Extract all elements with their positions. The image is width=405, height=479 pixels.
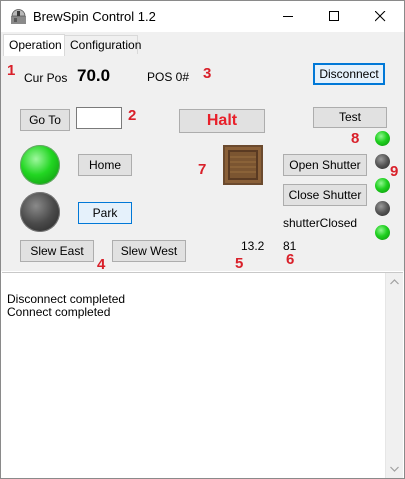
marker-8: 8 [351, 130, 360, 147]
marker-9: 9 [390, 163, 399, 180]
title-bar: BrewSpin Control 1.2 [1, 1, 404, 32]
disconnect-button[interactable]: Disconnect [313, 63, 385, 85]
halt-button[interactable]: Halt [179, 109, 265, 133]
marker-6: 6 [286, 251, 295, 268]
status-led-5 [375, 225, 390, 240]
log-textbox[interactable]: Disconnect completed Connect completed [2, 272, 403, 478]
log-line: Disconnect completed [7, 292, 126, 306]
minimize-button[interactable] [266, 1, 312, 32]
test-button[interactable]: Test [313, 107, 387, 128]
close-button[interactable] [358, 1, 404, 32]
marker-1: 1 [7, 62, 16, 79]
status-led-2 [375, 154, 390, 169]
value-a: 13.2 [241, 239, 265, 253]
marker-4: 4 [97, 256, 106, 273]
slew-east-button[interactable]: Slew East [20, 240, 94, 262]
home-indicator [20, 145, 60, 185]
window-title: BrewSpin Control 1.2 [33, 9, 156, 24]
app-window: BrewSpin Control 1.2 Operation Configura… [0, 0, 405, 479]
goto-position-input[interactable] [76, 107, 122, 129]
cur-pos-value: 70.0 [77, 66, 111, 85]
cur-pos-label: Cur Pos [24, 71, 68, 85]
tab-strip: Operation Configuration [1, 32, 404, 56]
goto-button[interactable]: Go To [20, 109, 70, 131]
scroll-up-icon[interactable] [390, 279, 399, 285]
close-icon [375, 11, 386, 22]
log-line: Connect completed [7, 305, 111, 319]
marker-2: 2 [128, 107, 137, 124]
marker-3: 3 [203, 65, 212, 82]
marker-5: 5 [235, 255, 244, 272]
open-shutter-button[interactable]: Open Shutter [283, 154, 367, 176]
log-scrollbar[interactable] [385, 273, 403, 478]
shutter-status-icon [223, 145, 263, 185]
minimize-icon [283, 16, 293, 17]
operation-panel: 1 Cur Pos 70.0 POS 0# 3 Disconnect Go To… [1, 55, 404, 273]
park-button[interactable]: Park [78, 202, 132, 224]
status-led-3 [375, 178, 390, 193]
home-button[interactable]: Home [78, 154, 132, 176]
maximize-icon [329, 11, 339, 21]
tab-operation[interactable]: Operation [3, 34, 65, 56]
status-led-4 [375, 201, 390, 216]
marker-7: 7 [198, 161, 207, 178]
shutter-status-text: shutterClosed [283, 216, 358, 230]
app-icon [11, 9, 26, 24]
pos-number-label: POS 0# [147, 70, 190, 84]
slew-west-button[interactable]: Slew West [112, 240, 186, 262]
maximize-button[interactable] [312, 1, 358, 32]
close-shutter-button[interactable]: Close Shutter [283, 184, 367, 206]
scroll-down-icon[interactable] [390, 466, 399, 472]
park-indicator [20, 192, 60, 232]
tab-configuration[interactable]: Configuration [64, 35, 141, 54]
status-led-1 [375, 131, 390, 146]
